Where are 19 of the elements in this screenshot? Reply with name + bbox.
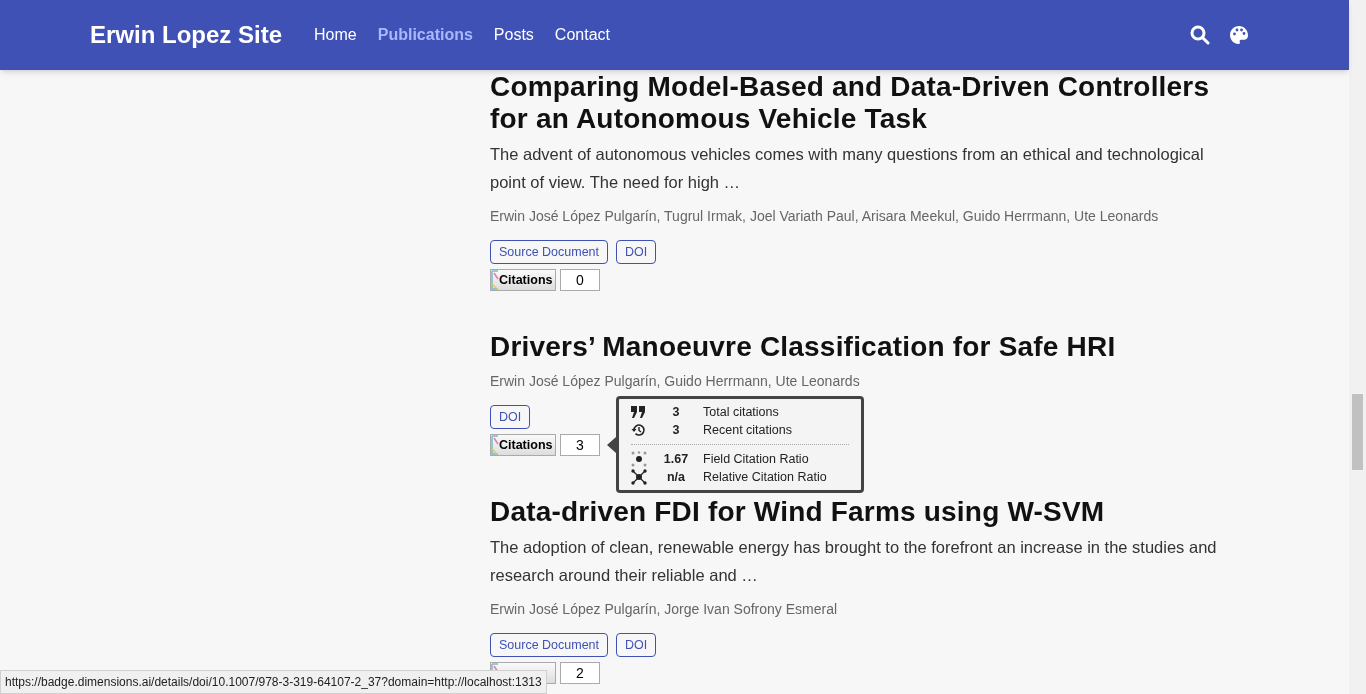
metric-label: Total citations — [703, 403, 779, 421]
publication-abstract: The advent of autonomous vehicles comes with many questions from an ethical and technological point of view. The need for high … — [490, 144, 1205, 193]
metric-label: Relative Citation Ratio — [703, 468, 827, 486]
badge-label: Citations — [499, 271, 553, 289]
metric-value: 1.67 — [662, 450, 690, 468]
author-list: Erwin José López Pulgarín, Tugrul Irmak, Joel Variath Paul, Arisara Meekul, Guido Herrmann, Ute Leonards — [490, 206, 1239, 226]
metric-value: n/a — [665, 468, 687, 486]
metric-value: 3 — [671, 421, 681, 439]
badge-label: Citations — [499, 436, 553, 454]
citation-count: 0 — [560, 269, 600, 291]
author-list: Erwin José López Pulgarín, Jorge Ivan Sofrony Esmeral — [490, 599, 1239, 619]
citation-count: 2 — [560, 662, 600, 684]
metric-value: 3 — [671, 403, 681, 421]
metric-label: Field Citation Ratio — [703, 450, 809, 468]
link-preview-tooltip: https://badge.dimensions.ai/details/doi/10.1007/978-3-319-64107-2_37?domain=http://localhost:1313 — [0, 670, 547, 694]
metric-label: Recent citations — [703, 421, 792, 439]
publication-abstract: The adoption of clean, renewable energy has brought to the forefront an increase in the studies and research around their reliable and … — [490, 537, 1218, 586]
author-list: Erwin José López Pulgarín, Guido Herrmann, Ute Leonards — [490, 371, 1239, 391]
citation-count: 3 — [560, 434, 600, 456]
